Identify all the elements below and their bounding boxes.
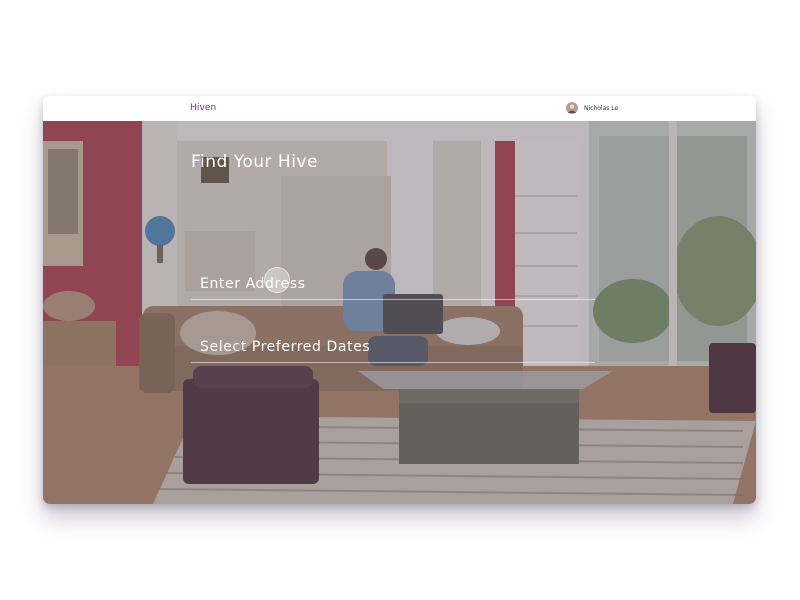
user-name: Nicholas Le: [584, 104, 619, 112]
hero-overlay: [43, 121, 756, 504]
page: Hiven Nicholas Le Find Your Hive Enter A…: [0, 0, 800, 600]
date-picker-input[interactable]: Select Preferred Dates: [191, 333, 595, 363]
user-menu[interactable]: Nicholas Le: [566, 101, 618, 115]
pointer-highlight: [264, 267, 290, 293]
date-picker-label: Select Preferred Dates: [200, 339, 371, 355]
app-window: Hiven Nicholas Le Find Your Hive Enter A…: [43, 96, 756, 504]
page-title: Find Your Hive: [191, 152, 318, 172]
brand-logo[interactable]: Hiven: [190, 103, 216, 113]
user-avatar: [566, 102, 578, 114]
address-input[interactable]: Enter Address: [191, 270, 595, 300]
top-navbar: Hiven Nicholas Le: [43, 96, 756, 121]
